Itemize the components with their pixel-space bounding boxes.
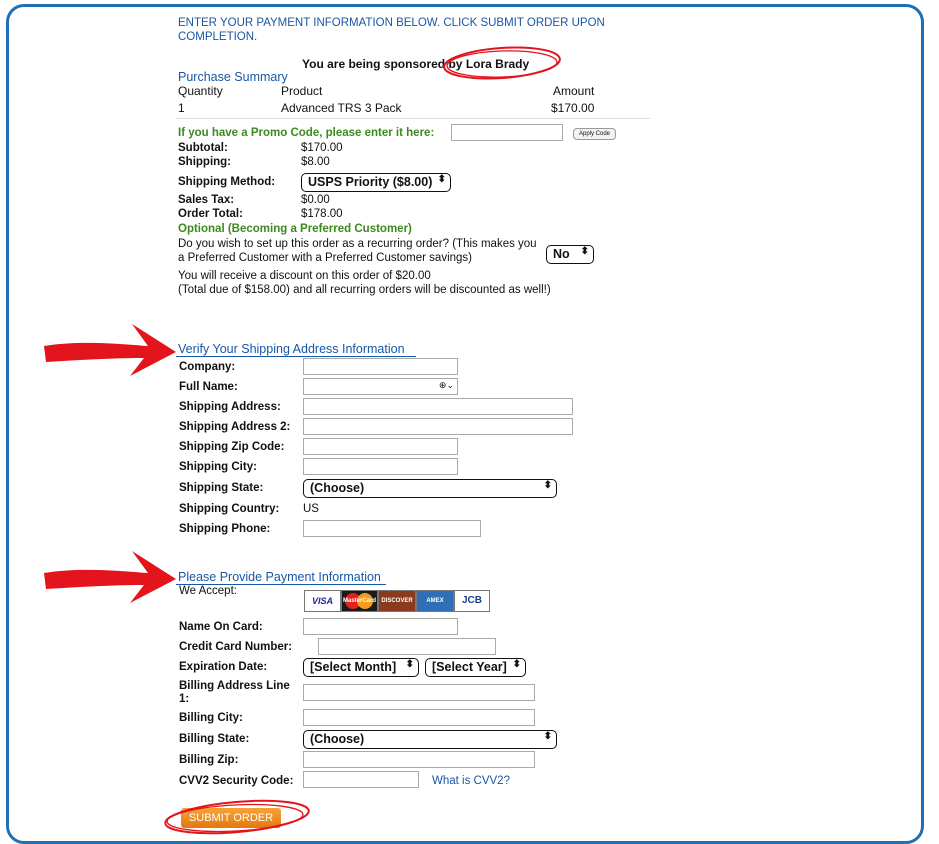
expiration-month-select[interactable]: [Select Month] ⬍: [303, 658, 419, 677]
discount-text-2: (Total due of $158.00) and all recurring…: [178, 284, 551, 296]
row-quantity: 1: [178, 101, 185, 115]
cvv-input[interactable]: [303, 771, 419, 788]
shipping-zip-input[interactable]: [303, 438, 458, 455]
shipping-state-label: Shipping State:: [179, 482, 264, 494]
select-arrows-icon: ⬍: [543, 731, 552, 742]
discount-text-1: You will receive a discount on this orde…: [178, 270, 431, 282]
billing-zip-input[interactable]: [303, 751, 535, 768]
visa-card-logo: VISA: [304, 590, 341, 612]
sales-tax-label: Sales Tax:: [178, 194, 235, 206]
what-is-cvv2-link[interactable]: What is CVV2?: [432, 775, 510, 787]
row-product: Advanced TRS 3 Pack: [281, 101, 402, 115]
submit-circle-annotation: [164, 799, 310, 835]
row-amount: $170.00: [551, 101, 595, 115]
shipping-city-input[interactable]: [303, 458, 458, 475]
subtotal-value: $170.00: [301, 142, 343, 154]
billing-address-input[interactable]: [303, 684, 535, 701]
jcb-card-logo: JCB: [454, 590, 490, 612]
select-arrows-icon: ⬍: [512, 659, 521, 670]
preferred-question-1: Do you wish to set up this order as a re…: [178, 238, 537, 250]
red-arrow-annotation: [44, 324, 176, 376]
shipping-zip-label: Shipping Zip Code:: [179, 441, 285, 453]
shipping-title-underline: [176, 356, 416, 357]
col-product: Product: [281, 84, 323, 98]
shipping-phone-label: Shipping Phone:: [179, 523, 271, 535]
subtotal-label: Subtotal:: [178, 142, 228, 154]
billing-city-input[interactable]: [303, 709, 535, 726]
discover-card-logo: DISCOVER: [378, 590, 416, 612]
name-on-card-input[interactable]: [303, 618, 458, 635]
name-on-card-label: Name On Card:: [179, 621, 263, 633]
cvv-label: CVV2 Security Code:: [179, 775, 294, 787]
shipping-city-label: Shipping City:: [179, 461, 257, 473]
preferred-title: Optional (Becoming a Preferred Customer): [178, 223, 412, 235]
amex-card-logo: AMEX: [416, 590, 454, 612]
shipping-country-label: Shipping Country:: [179, 503, 280, 515]
sales-tax-value: $0.00: [301, 194, 330, 206]
purchase-summary-title: Purchase Summary: [178, 70, 288, 84]
select-arrows-icon: ⬍: [405, 659, 414, 670]
shipping-address2-input[interactable]: [303, 418, 573, 435]
select-arrows-icon: ⬍: [580, 246, 589, 257]
instruction-text-2: COMPLETION.: [178, 31, 258, 43]
promo-label: If you have a Promo Code, please enter i…: [178, 127, 435, 139]
shipping-phone-input[interactable]: [303, 520, 481, 537]
autofill-contact-icon[interactable]: ⊕⌄: [439, 380, 454, 391]
billing-zip-label: Billing Zip:: [179, 754, 239, 766]
company-label: Company:: [179, 361, 236, 373]
recurring-order-select[interactable]: No ⬍: [546, 245, 594, 264]
select-arrows-icon: ⬍: [437, 174, 446, 185]
shipping-section-title: Verify Your Shipping Address Information: [178, 342, 405, 356]
shipping-address-label: Shipping Address:: [179, 401, 281, 413]
billing-address-label: Billing Address Line: [179, 680, 290, 692]
shipping-country-value: US: [303, 503, 319, 515]
company-input[interactable]: [303, 358, 458, 375]
full-name-label: Full Name:: [179, 381, 238, 393]
shipping-value: $8.00: [301, 156, 330, 168]
order-total-label: Order Total:: [178, 208, 243, 220]
summary-divider: [176, 118, 650, 119]
sponsor-circle-annotation: [443, 46, 561, 80]
order-total-value: $178.00: [301, 208, 343, 220]
shipping-method-label: Shipping Method:: [178, 176, 276, 188]
col-quantity: Quantity: [178, 84, 223, 98]
col-amount: Amount: [553, 84, 595, 98]
promo-code-input[interactable]: [451, 124, 563, 141]
preferred-question-2: a Preferred Customer with a Preferred Cu…: [178, 252, 472, 264]
select-arrows-icon: ⬍: [543, 480, 552, 491]
billing-address-label-2: 1:: [179, 693, 190, 705]
expiration-year-select[interactable]: [Select Year] ⬍: [425, 658, 526, 677]
red-arrow-annotation: [44, 551, 176, 603]
mastercard-logo: MasterCard: [341, 590, 378, 612]
shipping-address2-label: Shipping Address 2:: [179, 421, 291, 433]
credit-card-number-label: Credit Card Number:: [179, 641, 293, 653]
billing-state-label: Billing State:: [179, 733, 250, 745]
billing-state-select[interactable]: (Choose) ⬍: [303, 730, 557, 749]
shipping-address-input[interactable]: [303, 398, 573, 415]
credit-card-number-input[interactable]: [318, 638, 496, 655]
instruction-text: ENTER YOUR PAYMENT INFORMATION BELOW. CL…: [178, 17, 605, 29]
billing-city-label: Billing City:: [179, 712, 243, 724]
full-name-input[interactable]: ⊕⌄: [303, 378, 458, 395]
we-accept-label: We Accept:: [179, 585, 237, 597]
apply-code-button[interactable]: Apply Code: [573, 128, 617, 140]
expiration-date-label: Expiration Date:: [179, 661, 268, 673]
shipping-state-select[interactable]: (Choose) ⬍: [303, 479, 557, 498]
payment-section-title: Please Provide Payment Information: [178, 570, 381, 584]
shipping-label: Shipping:: [178, 156, 232, 168]
shipping-method-select[interactable]: USPS Priority ($8.00) ⬍: [301, 173, 451, 192]
